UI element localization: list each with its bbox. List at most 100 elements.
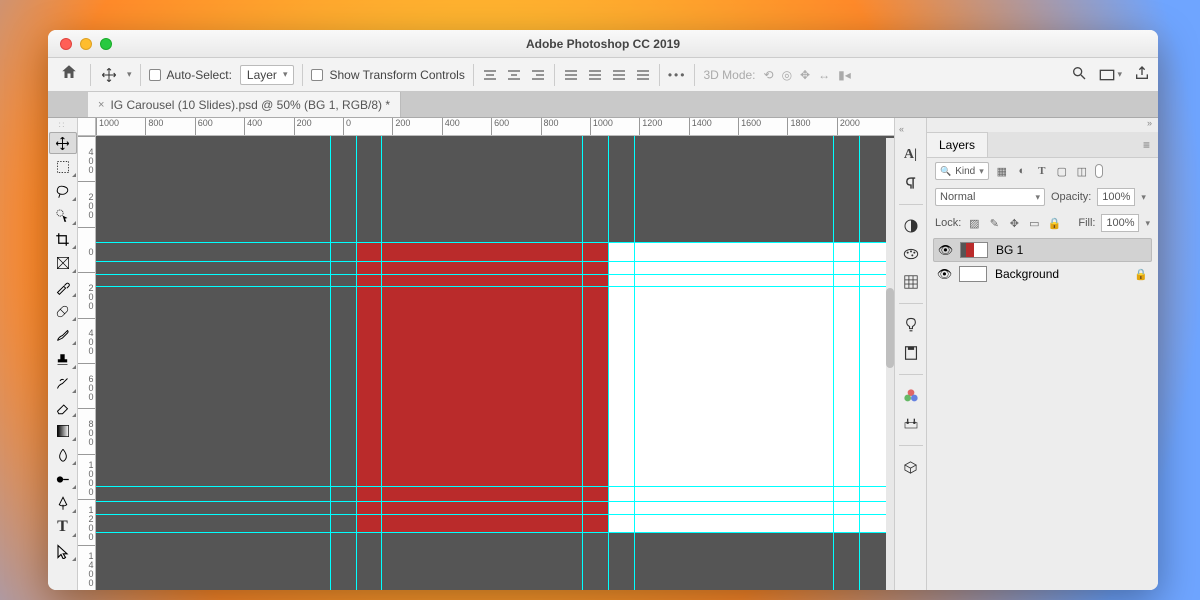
vertical-ruler[interactable]: 4002000200400600800100012001400	[78, 136, 96, 590]
quick-select-tool[interactable]	[49, 204, 77, 226]
layer-row[interactable]: 👁BG 1	[933, 238, 1152, 262]
guide-h[interactable]	[96, 286, 894, 287]
guide-v[interactable]	[634, 136, 635, 590]
move-tool-icon	[99, 67, 119, 83]
healing-tool[interactable]	[49, 300, 77, 322]
guide-h[interactable]	[96, 532, 894, 533]
properties-panel-icon[interactable]	[900, 413, 922, 435]
pen-tool[interactable]	[49, 492, 77, 514]
auto-select-checkbox[interactable]: Auto-Select:	[149, 68, 232, 82]
layers-tab[interactable]: Layers	[927, 132, 988, 157]
tab-close-icon[interactable]: ×	[98, 99, 104, 111]
dock-expand-icon[interactable]: «	[895, 124, 904, 134]
swatches-panel-icon[interactable]	[900, 243, 922, 265]
lock-position-icon[interactable]: ✥	[1007, 217, 1021, 230]
align-left-icon[interactable]	[482, 67, 498, 83]
filter-type-icon[interactable]: T	[1035, 165, 1049, 177]
ruler-origin[interactable]	[78, 118, 96, 136]
guide-h[interactable]	[96, 486, 894, 487]
history-brush-tool[interactable]	[49, 372, 77, 394]
canvas-stage[interactable]	[96, 136, 894, 590]
align-bottom-icon[interactable]	[611, 67, 627, 83]
tool-preset-dropdown[interactable]: ▾	[127, 69, 132, 80]
horizontal-ruler[interactable]: 1000800600400200020040060080010001200140…	[96, 118, 894, 136]
guide-h[interactable]	[96, 261, 894, 262]
filter-kind-dropdown[interactable]: 🔍Kind▾	[935, 162, 989, 180]
guide-v[interactable]	[582, 136, 583, 590]
align-vcenter-icon[interactable]	[587, 67, 603, 83]
gradient-tool[interactable]	[49, 420, 77, 442]
color-panel-icon[interactable]	[900, 385, 922, 407]
filter-pixel-icon[interactable]: ▦	[995, 165, 1009, 178]
guide-h[interactable]	[96, 242, 894, 243]
type-tool[interactable]: T	[49, 516, 77, 538]
guide-h[interactable]	[96, 274, 894, 275]
guide-v[interactable]	[330, 136, 331, 590]
layer-list: 👁BG 1👁Background🔒	[927, 236, 1158, 288]
ruler-tick: 400	[78, 318, 95, 363]
move-tool[interactable]	[49, 132, 77, 154]
crop-tool[interactable]	[49, 228, 77, 250]
opacity-input[interactable]: 100%	[1097, 188, 1135, 206]
tools-grip[interactable]: ∷	[59, 120, 67, 130]
distribute-icon[interactable]	[635, 67, 651, 83]
guide-v[interactable]	[381, 136, 382, 590]
guide-v[interactable]	[833, 136, 834, 590]
layer-thumbnail[interactable]	[959, 266, 987, 282]
panel-collapse-icon[interactable]: »	[1147, 118, 1152, 132]
lock-paint-icon[interactable]: ✎	[987, 217, 1001, 230]
visibility-toggle-icon[interactable]: 👁	[938, 243, 952, 257]
filter-shape-icon[interactable]: ▢	[1055, 165, 1069, 178]
filter-adjust-icon[interactable]: ◐	[1015, 165, 1029, 177]
eraser-tool[interactable]	[49, 396, 77, 418]
screen-mode-button[interactable]: ▾	[1099, 68, 1122, 82]
align-right-icon[interactable]	[530, 67, 546, 83]
canvas-viewport[interactable]: 1000800600400200020040060080010001200140…	[78, 118, 894, 590]
visibility-toggle-icon[interactable]: 👁	[937, 267, 951, 281]
filter-smart-icon[interactable]: ◫	[1075, 165, 1089, 178]
blend-mode-dropdown[interactable]: Normal▾	[935, 188, 1045, 206]
paragraph-panel-icon[interactable]	[900, 172, 922, 194]
learn-panel-icon[interactable]	[900, 314, 922, 336]
brush-tool[interactable]	[49, 324, 77, 346]
libraries-panel-icon[interactable]	[900, 342, 922, 364]
dodge-tool[interactable]	[49, 468, 77, 490]
guide-h[interactable]	[96, 514, 894, 515]
lock-artboard-icon[interactable]: ▭	[1027, 217, 1041, 230]
guide-v[interactable]	[356, 136, 357, 590]
layer-row[interactable]: 👁Background🔒	[933, 262, 1152, 286]
lasso-tool[interactable]	[49, 180, 77, 202]
patterns-panel-icon[interactable]	[900, 271, 922, 293]
guide-v[interactable]	[608, 136, 609, 590]
guide-v[interactable]	[859, 136, 860, 590]
3d-panel-icon[interactable]	[900, 456, 922, 478]
auto-select-target-dropdown[interactable]: Layer▾	[240, 65, 295, 85]
layer-name: Background	[995, 267, 1059, 281]
canvas-scrollbar[interactable]	[886, 138, 894, 590]
marquee-tool[interactable]	[49, 156, 77, 178]
home-button[interactable]	[56, 63, 82, 86]
fill-stepper[interactable]: ▾	[1145, 218, 1150, 229]
panel-menu-icon[interactable]: ≡	[1143, 138, 1158, 152]
document-tab[interactable]: × IG Carousel (10 Slides).psd @ 50% (BG …	[88, 92, 401, 117]
lock-transparent-icon[interactable]: ▨	[967, 217, 981, 230]
guide-h[interactable]	[96, 501, 894, 502]
frame-tool[interactable]	[49, 252, 77, 274]
share-button[interactable]	[1134, 65, 1150, 85]
path-select-tool[interactable]	[49, 540, 77, 562]
search-button[interactable]	[1071, 65, 1087, 85]
layer-thumbnail[interactable]	[960, 242, 988, 258]
eyedropper-tool[interactable]	[49, 276, 77, 298]
fill-input[interactable]: 100%	[1101, 214, 1139, 232]
character-panel-icon[interactable]: A|	[900, 144, 922, 166]
stamp-tool[interactable]	[49, 348, 77, 370]
opacity-stepper[interactable]: ▾	[1141, 192, 1146, 203]
adjustments-panel-icon[interactable]	[900, 215, 922, 237]
blur-tool[interactable]	[49, 444, 77, 466]
lock-all-icon[interactable]: 🔒	[1047, 217, 1061, 230]
align-top-icon[interactable]	[563, 67, 579, 83]
filter-toggle[interactable]	[1095, 164, 1103, 178]
align-hcenter-icon[interactable]	[506, 67, 522, 83]
show-transform-checkbox[interactable]: Show Transform Controls	[311, 68, 464, 82]
more-options-button[interactable]: •••	[668, 68, 687, 82]
